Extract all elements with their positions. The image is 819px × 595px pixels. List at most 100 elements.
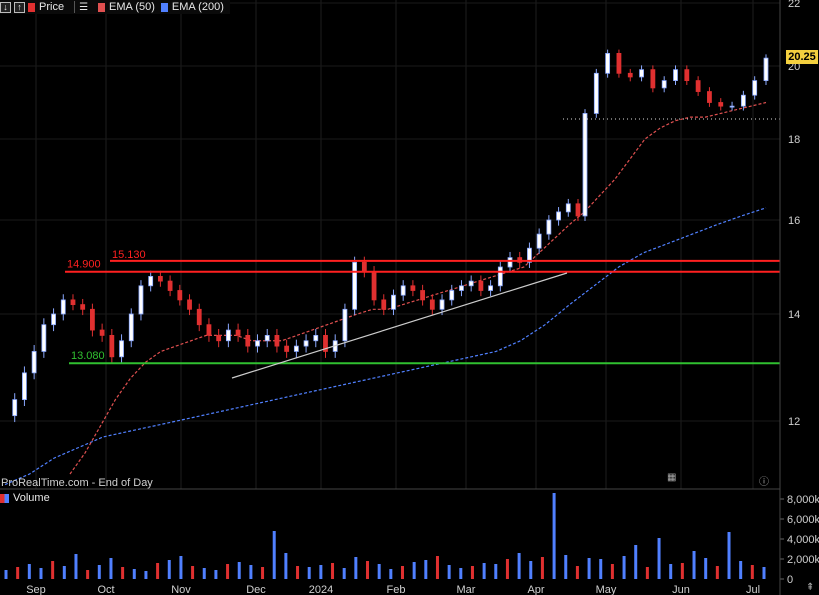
candle-body <box>70 299 76 305</box>
menu-icon[interactable]: ☰ <box>79 2 88 13</box>
volume-bar <box>214 570 218 579</box>
legend-menu[interactable]: ☰ <box>79 2 92 13</box>
price-tick-label: 16 <box>788 215 800 227</box>
volume-bar <box>179 556 183 579</box>
candle-body <box>582 113 588 217</box>
volume-bar <box>459 568 463 579</box>
volume-bar <box>249 565 253 579</box>
volume-bar <box>470 566 474 579</box>
time-tick-label: Oct <box>97 584 114 595</box>
volume-bar <box>272 531 276 579</box>
volume-bar <box>191 566 195 579</box>
volume-bar <box>505 559 509 579</box>
volume-bar <box>156 563 160 579</box>
volume-bar <box>739 561 743 579</box>
volume-bar <box>657 538 661 579</box>
candle-body <box>740 94 746 107</box>
stock-chart: 15.13014.90013.080 222018161412 8,000k6,… <box>0 0 819 595</box>
legend-price[interactable]: Price <box>28 1 64 13</box>
time-tick-label: 2024 <box>309 584 333 595</box>
legend-separator <box>74 1 76 13</box>
candle-body <box>225 329 231 342</box>
volume-bar <box>727 532 731 579</box>
candle-body <box>449 290 455 301</box>
volume-bar <box>51 561 55 579</box>
candle-body <box>381 299 387 310</box>
time-tick-label: Dec <box>246 584 266 595</box>
candle-body <box>313 334 319 342</box>
volume-bar <box>27 564 31 579</box>
volume-bar <box>319 565 323 579</box>
candle-body <box>148 275 154 287</box>
candle-body <box>41 324 47 352</box>
price-tick-label: 18 <box>788 134 800 146</box>
candle-body <box>371 271 377 301</box>
volume-bar <box>389 569 393 579</box>
candle-body <box>187 299 192 310</box>
candle-body <box>729 105 735 108</box>
volume-bar <box>237 562 241 579</box>
candle-body <box>546 219 552 235</box>
price-tick-label: 12 <box>788 416 800 428</box>
info-icon[interactable]: ⓘ <box>759 473 769 488</box>
volume-bar <box>342 568 346 579</box>
volume-bar <box>144 571 148 579</box>
candle-body <box>650 69 656 89</box>
scroll-up-icon[interactable]: ⇞ <box>806 582 814 593</box>
candle-body <box>352 261 358 310</box>
volume-bar <box>412 562 416 579</box>
collapse-icon[interactable]: ↓ <box>0 1 11 13</box>
volume-swatch <box>0 493 9 503</box>
volume-bar <box>109 558 113 579</box>
candle-body <box>245 334 251 347</box>
time-tick-label: Apr <box>527 584 544 595</box>
watermark: ProRealTime.com - End of Day <box>1 477 153 489</box>
volume-bar <box>482 563 486 579</box>
volume-bar <box>226 564 230 579</box>
legend-ema50[interactable]: EMA (50) <box>98 1 155 13</box>
candle-body <box>99 329 105 336</box>
candle-body <box>488 285 493 291</box>
volume-bar <box>529 561 533 579</box>
candle-body <box>420 290 426 301</box>
volume-bar <box>4 570 8 579</box>
candle-body <box>639 69 644 78</box>
candle-body <box>12 399 18 417</box>
candle-body <box>400 285 406 296</box>
calendar-icon[interactable]: ▦ <box>667 472 676 483</box>
volume-bar <box>750 565 754 579</box>
candle-body <box>718 102 724 107</box>
time-tick-label: May <box>596 584 617 595</box>
legend-ema50-label: EMA (50) <box>109 1 155 13</box>
legend-ema200[interactable]: EMA (200) <box>160 1 224 13</box>
candle-body <box>459 285 464 291</box>
volume-bar <box>121 567 125 579</box>
candle-body <box>575 203 581 217</box>
candle-body <box>157 275 163 282</box>
time-tick-label: Mar <box>457 584 476 595</box>
volume-bar <box>704 558 708 579</box>
candle-body <box>507 257 513 268</box>
last-price-tag: 20.25 <box>786 50 818 64</box>
candle-body <box>206 324 212 336</box>
candle-body <box>119 340 124 358</box>
volume-bar <box>97 565 101 579</box>
legend-ema200-label: EMA (200) <box>171 1 224 13</box>
candle-body <box>31 351 37 374</box>
level-label: 15.130 <box>112 249 146 261</box>
candle-body <box>478 280 484 291</box>
volume-bar <box>284 553 288 579</box>
volume-legend[interactable]: Volume <box>0 491 50 505</box>
candle-body <box>616 53 622 74</box>
volume-bar <box>610 564 614 579</box>
volume-tick-label: 0 <box>787 574 793 586</box>
volume-bar <box>517 553 521 579</box>
time-tick-label: Jun <box>672 584 690 595</box>
candle-body <box>468 280 474 287</box>
volume-bar <box>715 566 719 579</box>
volume-bar <box>74 554 78 579</box>
expand-icon[interactable]: ↑ <box>14 1 25 13</box>
candle-body <box>439 299 445 310</box>
price-tick-label: 14 <box>788 309 800 321</box>
chart-legend: ↓ ↑ Price ☰ EMA (50) EMA (200) <box>0 0 230 14</box>
